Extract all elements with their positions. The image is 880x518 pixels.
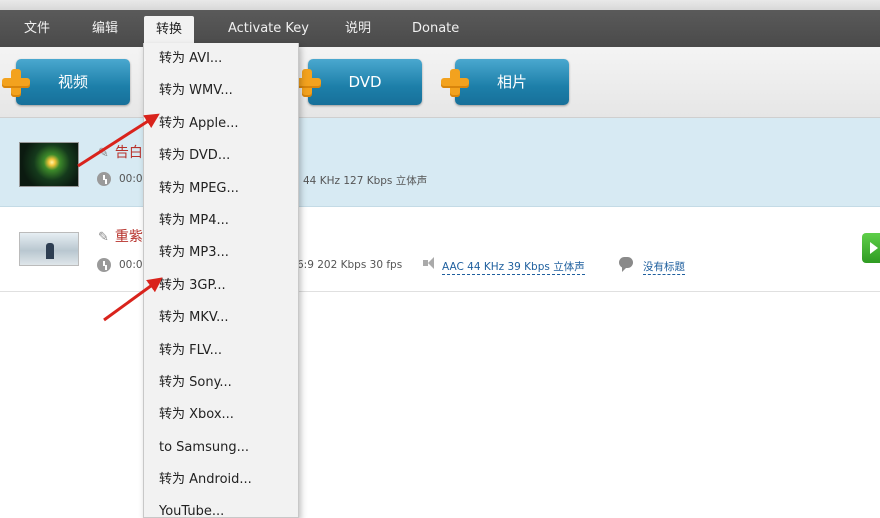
menu-item-youtube[interactable]: YouTube...	[144, 496, 298, 517]
add-video-label: 视频	[57, 73, 88, 91]
add-photo-button[interactable]: 相片	[455, 59, 569, 105]
audio-track-link[interactable]: AAC 44 KHz 39 Kbps 立体声	[442, 259, 585, 275]
add-photo-label: 相片	[496, 73, 527, 91]
file-title[interactable]: ✎ 告白	[98, 142, 143, 162]
subtitle-icon	[619, 257, 633, 272]
menu-activate-key[interactable]: Activate Key	[216, 10, 321, 47]
menu-edit[interactable]: 编辑	[80, 10, 130, 47]
menu-item-mp4[interactable]: 转为 MP4...	[144, 205, 298, 237]
video-info: 6:9 202 Kbps 30 fps	[297, 259, 403, 271]
subtitle-link[interactable]: 没有标题	[643, 259, 685, 275]
menu-item-xbox[interactable]: 转为 Xbox...	[144, 399, 298, 431]
plus-icon	[2, 69, 30, 97]
menu-item-mpeg[interactable]: 转为 MPEG...	[144, 173, 298, 205]
menu-item-mkv[interactable]: 转为 MKV...	[144, 302, 298, 334]
speaker-icon	[423, 257, 437, 269]
menu-item-avi[interactable]: 转为 AVI...	[144, 43, 298, 75]
menu-item-3gp[interactable]: 转为 3GP...	[144, 270, 298, 302]
video-thumbnail	[19, 232, 79, 266]
menu-item-samsung[interactable]: to Samsung...	[144, 432, 298, 464]
add-video-button[interactable]: 视频	[16, 59, 130, 105]
pencil-icon: ✎	[98, 146, 109, 161]
menu-item-apple[interactable]: 转为 Apple...	[144, 108, 298, 140]
add-dvd-label: DVD	[348, 73, 382, 91]
convert-dropdown-menu: 转为 AVI... 转为 WMV... 转为 Apple... 转为 DVD..…	[143, 43, 299, 518]
pencil-icon: ✎	[98, 230, 109, 245]
menu-item-sony[interactable]: 转为 Sony...	[144, 367, 298, 399]
file-row-2[interactable]: ✎ 重紫 00:0 6:9 202 Kbps 30 fps AAC 44 KHz …	[0, 207, 880, 292]
menu-item-dvd[interactable]: 转为 DVD...	[144, 140, 298, 172]
menu-item-mp3[interactable]: 转为 MP3...	[144, 237, 298, 269]
duration-text: 00:0	[119, 259, 143, 271]
file-row-1[interactable]: ✎ 告白 00:0 44 KHz 127 Kbps 立体声	[0, 118, 880, 207]
file-title[interactable]: ✎ 重紫	[98, 226, 143, 246]
add-dvd-button[interactable]: DVD	[308, 59, 422, 105]
menu-item-wmv[interactable]: 转为 WMV...	[144, 75, 298, 107]
audio-info: 44 KHz 127 Kbps 立体声	[303, 175, 428, 187]
clock-icon	[97, 172, 111, 186]
menu-donate[interactable]: Donate	[400, 10, 471, 47]
convert-play-button[interactable]	[862, 233, 880, 263]
menu-help[interactable]: 说明	[333, 10, 383, 47]
video-thumbnail	[19, 142, 79, 187]
window-top-strip	[0, 0, 880, 10]
plus-icon	[441, 69, 469, 97]
toolbar: 视频 DVD 相片	[0, 47, 880, 118]
menu-file[interactable]: 文件	[12, 10, 62, 47]
menubar: 文件 编辑 转换 Activate Key 说明 Donate	[0, 10, 880, 47]
menu-item-android[interactable]: 转为 Android...	[144, 464, 298, 496]
duration-text: 00:0	[119, 173, 143, 185]
clock-icon	[97, 258, 111, 272]
menu-item-flv[interactable]: 转为 FLV...	[144, 335, 298, 367]
